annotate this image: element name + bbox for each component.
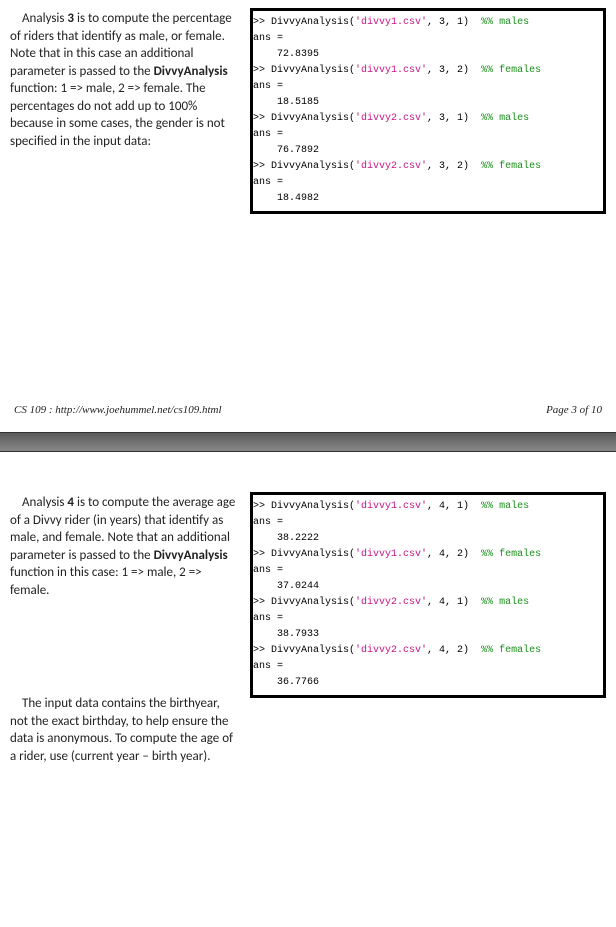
code-line: ans = — [253, 611, 601, 627]
content-row: Analysis 3 is to compute the percentage … — [10, 8, 606, 214]
code-line: ans = — [253, 659, 601, 675]
code-line: >> DivvyAnalysis('divvy2.csv', 3, 2) %% … — [253, 159, 601, 175]
code-line: >> DivvyAnalysis('divvy1.csv', 4, 2) %% … — [253, 547, 601, 563]
code-line: ans = — [253, 515, 601, 531]
code-line: >> DivvyAnalysis('divvy1.csv', 4, 1) %% … — [253, 499, 601, 515]
text: Analysis — [22, 11, 67, 26]
body-text: Analysis 4 is to compute the average age… — [10, 492, 240, 762]
code-line: >> DivvyAnalysis('divvy2.csv', 4, 1) %% … — [253, 595, 601, 611]
code-line: ans = — [253, 175, 601, 191]
code-line: 72.8395 — [253, 47, 601, 63]
footer-left: CS 109 : http://www.joehummel.net/cs109.… — [14, 404, 222, 416]
code-output-box: >> DivvyAnalysis('divvy1.csv', 4, 1) %% … — [250, 492, 606, 698]
footer-right: Page 3 of 10 — [546, 404, 602, 416]
text: Analysis — [22, 495, 67, 510]
code-output-box: >> DivvyAnalysis('divvy1.csv', 3, 1) %% … — [250, 8, 606, 214]
code-line: >> DivvyAnalysis('divvy1.csv', 3, 1) %% … — [253, 15, 601, 31]
text: function: 1 => male, 2 => female. The pe… — [10, 81, 225, 149]
content-row: Analysis 4 is to compute the average age… — [10, 492, 606, 762]
spacer — [10, 605, 240, 695]
body-text: Analysis 3 is to compute the percentage … — [10, 8, 240, 156]
function-name: DivvyAnalysis — [154, 548, 228, 563]
page-2: Analysis 4 is to compute the average age… — [0, 452, 616, 762]
code-line: >> DivvyAnalysis('divvy1.csv', 3, 2) %% … — [253, 63, 601, 79]
code-line: >> DivvyAnalysis('divvy2.csv', 3, 1) %% … — [253, 111, 601, 127]
input-data-paragraph: The input data contains the birthyear, n… — [10, 695, 240, 762]
code-line: ans = — [253, 31, 601, 47]
code-line: 18.4982 — [253, 191, 601, 207]
code-line: 36.7766 — [253, 675, 601, 691]
code-line: 37.0244 — [253, 579, 601, 595]
page-footer: CS 109 : http://www.joehummel.net/cs109.… — [10, 404, 606, 422]
code-line: 18.5185 — [253, 95, 601, 111]
page-1: Analysis 3 is to compute the percentage … — [0, 0, 616, 432]
analysis-3-paragraph: Analysis 3 is to compute the percentage … — [10, 10, 240, 150]
code-line: 76.7892 — [253, 143, 601, 159]
code-line: ans = — [253, 127, 601, 143]
code-line: ans = — [253, 563, 601, 579]
function-name: DivvyAnalysis — [154, 64, 228, 79]
code-line: 38.7933 — [253, 627, 601, 643]
analysis-4-paragraph: Analysis 4 is to compute the average age… — [10, 494, 240, 599]
page-divider — [0, 432, 616, 452]
code-line: 38.2222 — [253, 531, 601, 547]
code-line: >> DivvyAnalysis('divvy2.csv', 4, 2) %% … — [253, 643, 601, 659]
text: function in this case: 1 => male, 2 => f… — [10, 565, 202, 598]
code-line: ans = — [253, 79, 601, 95]
